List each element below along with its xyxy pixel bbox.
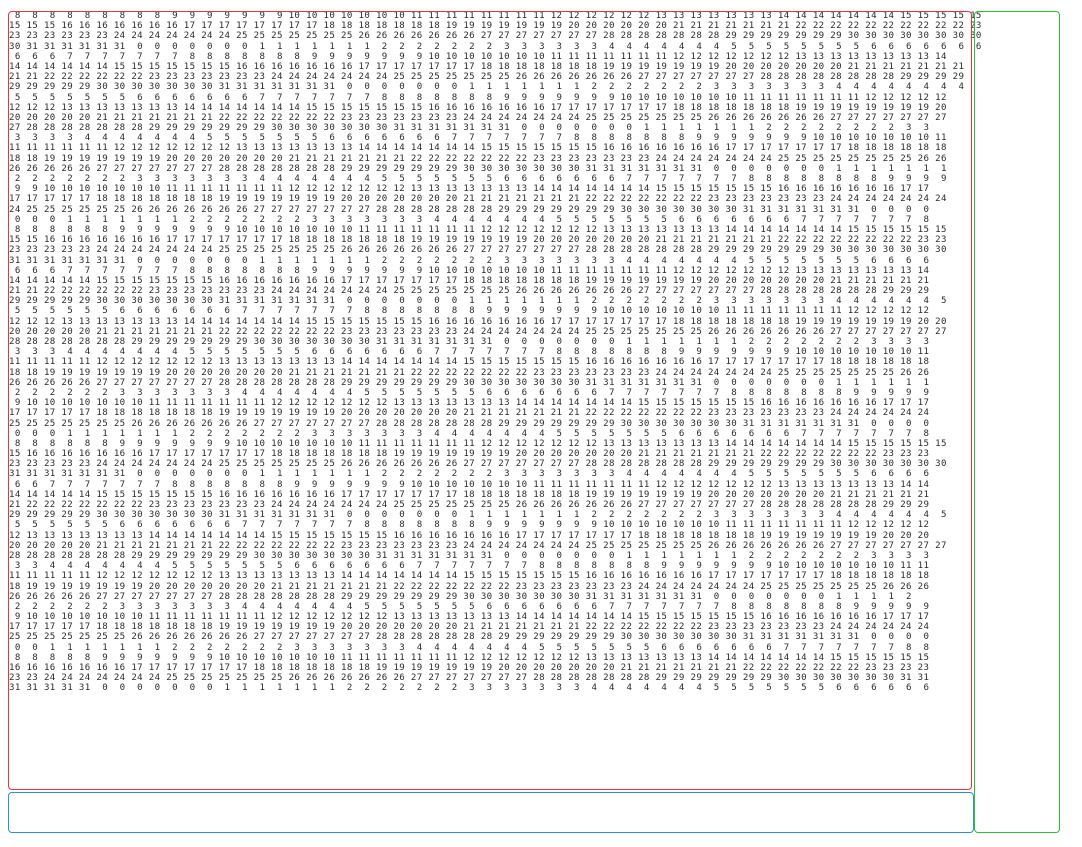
grid-row: 14 14 14 14 14 15 15 15 15 15 15 15 16 1… [9,275,930,286]
grid-row: 28 28 28 28 28 28 28 29 29 29 29 29 29 2… [9,550,930,561]
grid-row: 20 20 20 20 20 21 21 21 21 21 21 21 22 2… [9,326,947,337]
grid-row: 6 6 7 7 7 7 7 7 7 8 8 8 8 8 8 8 9 9 9 9 … [9,479,930,490]
grid-row: 21 21 22 22 22 22 22 22 23 23 23 23 23 2… [9,286,930,297]
grid-row: 9 10 10 10 10 10 10 10 11 11 11 11 11 11… [9,398,930,409]
grid-row: 14 14 14 14 14 14 15 15 15 15 15 15 15 1… [9,61,965,72]
grid-row: 11 11 11 11 11 12 12 12 12 12 12 12 13 1… [9,571,930,582]
grid-row: 27 28 28 28 28 28 28 28 29 29 29 29 29 2… [9,123,930,134]
grid-row: 18 18 19 19 19 19 19 19 19 20 20 20 20 2… [9,153,947,164]
grid-row: 11 11 11 11 11 12 12 12 12 12 12 12 13 1… [9,357,930,368]
grid-row: 3 3 4 4 4 4 4 4 4 5 5 5 5 5 5 5 6 6 6 6 … [9,561,930,572]
grid-row: 23 23 23 23 23 23 24 24 24 24 24 24 24 2… [9,31,982,42]
grid-row: 16 16 16 16 16 16 16 17 17 17 17 17 17 1… [9,663,930,673]
grid-row: 18 19 19 19 19 19 19 19 20 20 20 20 20 2… [9,581,930,592]
grid-row: 0 0 1 1 1 1 1 1 1 2 2 2 2 2 2 2 3 3 3 3 … [9,642,930,653]
grid-row: 20 20 20 20 20 21 21 21 21 21 21 21 22 2… [9,540,947,551]
grid-row: 15 15 16 16 16 16 16 16 16 17 17 17 17 1… [9,235,947,246]
grid-row: 6 6 6 7 7 7 7 7 7 7 8 8 8 8 8 8 8 9 9 9 … [9,265,930,276]
grid-row: 21 21 22 22 22 22 22 22 23 23 23 23 23 2… [9,72,965,83]
grid-row: 29 29 29 29 29 30 30 30 30 30 30 30 31 3… [9,82,965,93]
grid-row: 5 5 5 5 5 5 5 6 6 6 6 6 6 6 7 7 7 7 7 7 … [9,92,947,103]
grid-row: 12 12 12 13 13 13 13 13 13 13 14 14 14 1… [9,102,947,113]
grid-row: 12 13 13 13 13 13 13 13 14 14 14 14 14 1… [9,530,930,541]
grid-row: 23 23 24 24 24 24 24 24 24 25 25 25 25 2… [9,673,930,684]
grid-row: 3 3 3 4 4 4 4 4 4 4 5 5 5 5 5 5 5 6 6 6 … [9,347,930,358]
grid-row: 31 31 31 31 31 0 0 0 0 0 0 0 1 1 1 1 1 1… [9,683,930,694]
grid-row: 31 31 31 31 31 31 31 0 0 0 0 0 0 0 1 1 1… [9,469,930,480]
grid-row: 25 25 25 25 25 25 25 26 26 26 26 26 26 2… [9,418,930,429]
grid-row: 5 5 5 5 5 5 6 6 6 6 6 6 6 7 7 7 7 7 7 7 … [9,306,930,317]
grid-row: 15 16 16 16 16 16 16 16 17 17 17 17 17 1… [9,449,930,460]
grid-row: 6 6 6 7 7 7 7 7 7 7 8 8 8 8 8 8 8 9 9 9 … [9,51,947,62]
grid-row: 29 29 29 29 29 30 30 30 30 30 30 30 31 3… [9,296,947,307]
grid-row: 11 11 11 11 11 11 12 12 12 12 12 12 12 1… [9,143,947,154]
grid-row: 26 26 26 26 26 27 27 27 27 27 27 27 28 2… [9,591,912,602]
grid-row: 12 12 12 13 13 13 13 13 13 13 14 14 14 1… [9,316,947,327]
grid-row: 20 20 20 20 20 21 21 21 21 21 21 21 22 2… [9,112,947,123]
grid-row: 5 5 5 5 5 5 6 6 6 6 6 6 6 7 7 7 7 7 7 7 … [9,520,930,531]
grid-row: 8 8 8 8 8 8 9 9 9 9 9 9 9 10 10 10 10 10… [9,224,947,235]
grid-row: 8 8 8 8 8 9 9 9 9 9 9 9 10 10 10 10 10 1… [9,652,930,663]
grid-row: 14 14 14 14 14 15 15 15 15 15 15 15 16 1… [9,489,930,500]
grid-row: 2 2 2 2 2 2 3 3 3 3 3 3 3 4 4 4 4 4 4 4 … [9,387,930,398]
grid-row: 26 26 26 26 26 27 27 27 27 27 27 27 28 2… [9,163,947,174]
grid-row: 17 17 17 17 17 18 18 18 18 18 18 18 19 1… [9,622,930,633]
grid-row: 28 28 28 28 28 28 28 29 29 29 29 29 29 2… [9,337,930,347]
bottom-rows-region-box [8,792,974,833]
grid-row: 26 26 26 26 26 27 27 27 27 27 27 27 28 2… [9,377,930,388]
grid-row: 30 31 31 31 31 31 31 0 0 0 0 0 0 0 1 1 1… [9,41,982,52]
grid-row: 24 25 25 25 25 25 25 26 26 26 26 26 26 2… [9,204,930,215]
grid-row: 9 9 10 10 10 10 10 10 10 11 11 11 11 11 … [9,184,930,195]
grid-row: 9 10 10 10 10 10 10 10 11 11 11 11 11 11… [9,612,930,623]
grid-row: 17 17 17 17 17 18 18 18 18 18 18 18 19 1… [9,194,947,205]
grid-row: 31 31 31 31 31 31 31 0 0 0 0 0 0 0 1 1 1… [9,255,930,266]
grid-row: 2 2 2 2 2 2 2 3 3 3 3 3 3 3 4 4 4 4 4 4 … [9,174,947,184]
grid-row: 18 18 19 19 19 19 19 19 19 20 20 20 20 2… [9,367,930,378]
grid-row: 2 2 2 2 2 2 3 3 3 3 3 3 3 4 4 4 4 4 4 4 … [9,601,930,612]
grid-row: 0 0 0 1 1 1 1 1 1 1 2 2 2 2 2 2 2 3 3 3 … [9,214,930,225]
grid-row: 21 22 22 22 22 22 22 22 23 23 23 23 23 2… [9,500,930,510]
grid-row: 17 17 17 17 17 18 18 18 18 18 18 18 19 1… [9,408,930,419]
grid-row: 23 23 23 23 23 24 24 24 24 24 24 24 25 2… [9,245,947,256]
grid-row: 25 25 25 25 25 25 25 26 26 26 26 26 26 2… [9,632,930,643]
number-grid: 8 8 8 8 8 8 8 8 8 9 9 9 9 9 9 9 10 10 10… [9,11,1059,694]
grid-row: 8 8 8 8 8 8 8 8 8 9 9 9 9 9 9 9 10 10 10… [9,11,982,21]
grid-row: 0 0 0 1 1 1 1 1 1 1 2 2 2 2 2 2 2 3 3 3 … [9,428,930,439]
grid-row: 29 29 29 29 29 30 30 30 30 30 30 30 31 3… [9,510,947,521]
grid-row: 3 3 3 3 4 4 4 4 4 4 4 5 5 5 5 5 5 5 6 6 … [9,133,947,144]
grid-row: 23 23 23 23 23 24 24 24 24 24 24 24 25 2… [9,459,947,470]
grid-row: 8 8 8 8 8 8 9 9 9 9 9 9 9 10 10 10 10 10… [9,438,947,449]
grid-row: 15 15 15 16 16 16 16 16 16 16 17 17 17 1… [9,21,982,32]
